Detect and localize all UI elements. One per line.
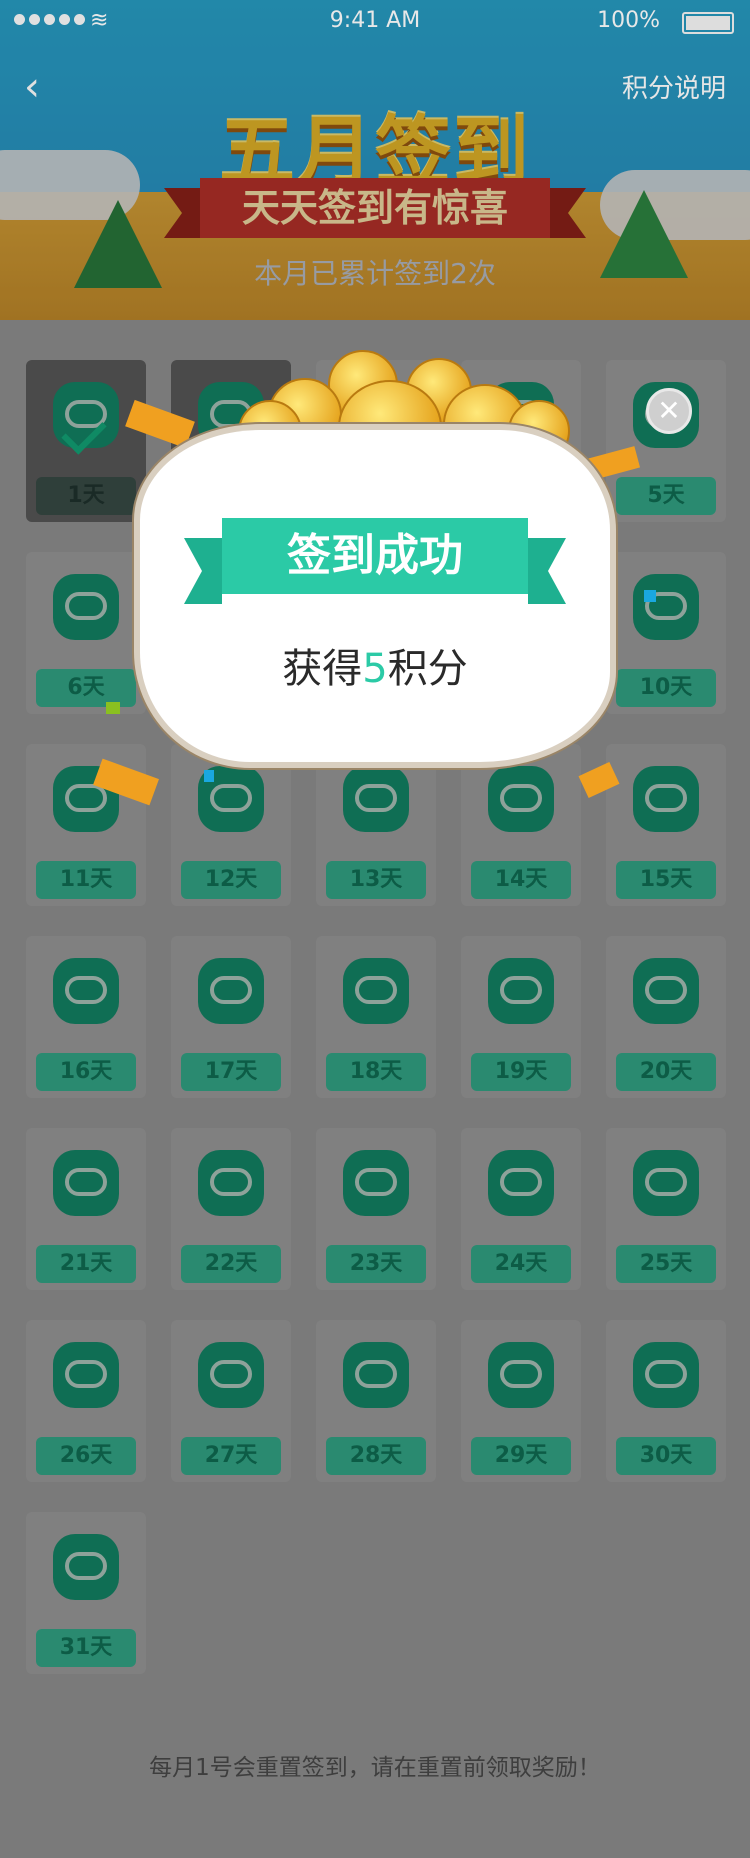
gamepad-glasses-icon (633, 1342, 699, 1408)
confetti-decoration (106, 702, 120, 714)
day-label: 17天 (181, 1053, 281, 1091)
gamepad-glasses-icon (488, 958, 554, 1024)
day-label: 13天 (326, 861, 426, 899)
reward-suffix: 积分 (387, 646, 468, 692)
battery-icon (682, 12, 734, 34)
close-icon: ✕ (657, 394, 681, 427)
reward-text: 获得5积分 (140, 636, 610, 694)
gamepad-glasses-icon (53, 1534, 119, 1600)
day-label: 31天 (36, 1629, 136, 1667)
day-label: 18天 (326, 1053, 426, 1091)
gamepad-glasses-icon (343, 958, 409, 1024)
gamepad-glasses-icon (343, 1150, 409, 1216)
day-label: 25天 (616, 1245, 716, 1283)
day-cell[interactable]: 16天 (26, 936, 146, 1098)
gamepad-glasses-icon (53, 1342, 119, 1408)
day-label: 14天 (471, 861, 571, 899)
day-cell[interactable]: 31天 (26, 1512, 146, 1674)
day-label: 12天 (181, 861, 281, 899)
day-cell[interactable]: 19天 (461, 936, 581, 1098)
rules-link[interactable]: 积分说明 (622, 68, 726, 105)
day-cell[interactable]: 28天 (316, 1320, 436, 1482)
status-bar: ≋ 9:41 AM 100% (0, 0, 750, 40)
day-cell[interactable]: 12天 (171, 744, 291, 906)
chevron-left-icon: ‹ (24, 64, 40, 110)
day-cell[interactable]: 21天 (26, 1128, 146, 1290)
day-label: 20天 (616, 1053, 716, 1091)
gamepad-glasses-icon (53, 574, 119, 640)
day-cell[interactable]: 29天 (461, 1320, 581, 1482)
confetti-decoration (204, 770, 214, 782)
gamepad-glasses-icon (198, 958, 264, 1024)
gamepad-glasses-icon (633, 1150, 699, 1216)
gamepad-glasses-icon (198, 1150, 264, 1216)
gamepad-glasses-icon (53, 958, 119, 1024)
gamepad-glasses-icon (53, 1150, 119, 1216)
close-button[interactable]: ✕ (646, 388, 692, 434)
reward-prefix: 获得 (282, 646, 363, 692)
day-cell[interactable]: 23天 (316, 1128, 436, 1290)
day-cell[interactable]: 27天 (171, 1320, 291, 1482)
day-cell[interactable]: 15天 (606, 744, 726, 906)
gamepad-glasses-icon (343, 766, 409, 832)
day-label: 19天 (471, 1053, 571, 1091)
day-cell[interactable]: 10天 (606, 552, 726, 714)
day-cell[interactable]: 20天 (606, 936, 726, 1098)
day-label: 27天 (181, 1437, 281, 1475)
dim-overlay (0, 0, 750, 320)
reward-points: 5 (362, 646, 388, 692)
gamepad-glasses-icon (198, 1342, 264, 1408)
back-button[interactable]: ‹ (24, 64, 40, 110)
battery-percent: 100% (597, 8, 660, 33)
gamepad-glasses-icon (633, 574, 699, 640)
day-label: 23天 (326, 1245, 426, 1283)
dialog-title: 签到成功 (184, 518, 566, 604)
gamepad-glasses-icon (488, 766, 554, 832)
day-label: 6天 (36, 669, 136, 707)
day-label: 5天 (616, 477, 716, 515)
day-cell[interactable]: 24天 (461, 1128, 581, 1290)
day-label: 1天 (36, 477, 136, 515)
day-cell[interactable]: 26天 (26, 1320, 146, 1482)
footer-note: 每月1号会重置签到，请在重置前领取奖励！ (149, 1755, 601, 1781)
day-cell[interactable]: 22天 (171, 1128, 291, 1290)
day-cell[interactable]: 6天 (26, 552, 146, 714)
gamepad-glasses-icon (633, 958, 699, 1024)
day-cell[interactable]: 1天 (26, 360, 146, 522)
day-cell[interactable]: 18天 (316, 936, 436, 1098)
day-label: 29天 (471, 1437, 571, 1475)
day-label: 30天 (616, 1437, 716, 1475)
day-cell[interactable]: 13天 (316, 744, 436, 906)
confetti-decoration (644, 590, 656, 602)
gamepad-glasses-icon (488, 1342, 554, 1408)
day-cell[interactable]: 17天 (171, 936, 291, 1098)
gamepad-glasses-icon (488, 1150, 554, 1216)
day-label: 11天 (36, 861, 136, 899)
day-cell[interactable]: 30天 (606, 1320, 726, 1482)
gamepad-glasses-icon (633, 766, 699, 832)
day-cell[interactable]: 5天 (606, 360, 726, 522)
day-label: 22天 (181, 1245, 281, 1283)
header-banner: 五月签到 天天签到有惊喜 本月已累计签到2次 ≋ 9:41 AM 100% ‹ … (0, 0, 750, 320)
day-label: 10天 (616, 669, 716, 707)
day-label: 24天 (471, 1245, 571, 1283)
day-label: 16天 (36, 1053, 136, 1091)
day-label: 28天 (326, 1437, 426, 1475)
day-label: 15天 (616, 861, 716, 899)
day-label: 26天 (36, 1437, 136, 1475)
day-cell[interactable]: 14天 (461, 744, 581, 906)
day-label: 21天 (36, 1245, 136, 1283)
day-cell[interactable]: 25天 (606, 1128, 726, 1290)
gamepad-glasses-icon (343, 1342, 409, 1408)
